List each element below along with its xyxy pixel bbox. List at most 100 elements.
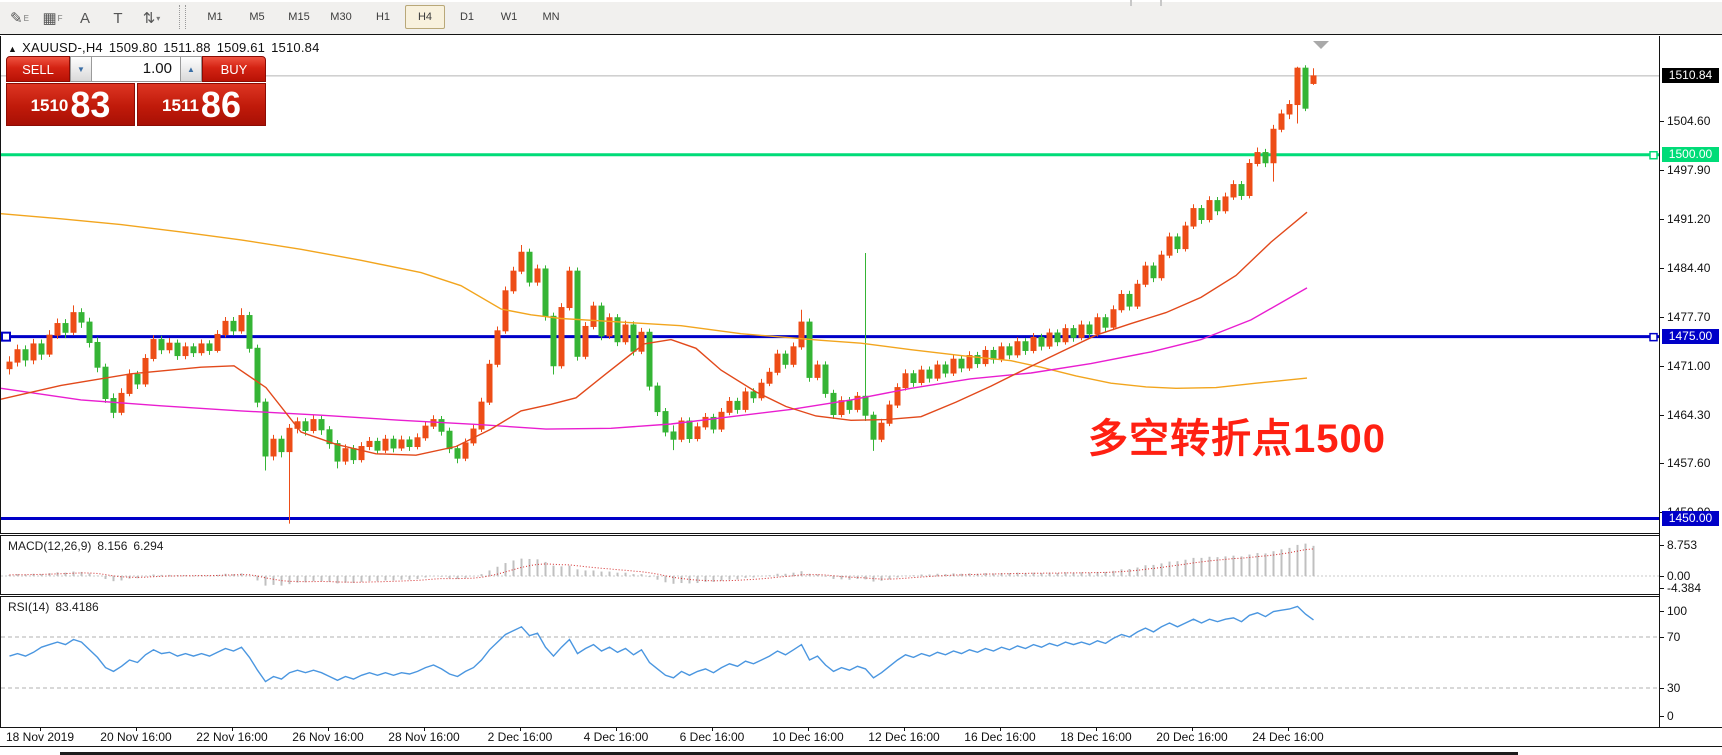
candle[interactable] [967,351,972,371]
buy-quote-panel[interactable]: 1511 86 [137,83,266,126]
candle[interactable] [447,428,452,453]
buy-button[interactable]: BUY [202,56,266,82]
candle[interactable] [1023,338,1028,355]
candle[interactable] [535,265,540,286]
candle[interactable] [159,336,164,354]
candle[interactable] [1183,222,1188,252]
candle[interactable] [279,436,284,458]
candle[interactable] [1303,65,1308,111]
candle[interactable] [591,302,596,330]
candle[interactable] [519,245,524,274]
candle[interactable] [783,350,788,368]
candle[interactable] [1215,197,1220,215]
candle[interactable] [1119,290,1124,313]
candle[interactable] [879,419,884,442]
timeframe-button-m5[interactable]: M5 [237,5,277,29]
candle[interactable] [647,329,652,391]
candle[interactable] [247,312,252,353]
candle[interactable] [759,379,764,401]
candle[interactable] [103,364,108,403]
candle[interactable] [1135,280,1140,309]
candle[interactable] [263,398,268,470]
candle[interactable] [1103,314,1108,331]
candle[interactable] [311,415,316,433]
candle[interactable] [23,345,28,366]
candle[interactable] [39,340,44,360]
candle[interactable] [1151,262,1156,282]
timeframe-button-d1[interactable]: D1 [447,5,487,29]
candle[interactable] [183,342,188,359]
candle[interactable] [1055,329,1060,346]
candle[interactable] [119,388,124,415]
chart-shift-marker-icon[interactable] [1313,41,1329,49]
candle[interactable] [1047,329,1052,349]
timeframe-button-h4[interactable]: H4 [405,5,445,29]
timeframe-button-m30[interactable]: M30 [321,5,361,29]
candle[interactable] [623,321,628,345]
candle[interactable] [1015,337,1020,357]
candle[interactable] [175,340,180,360]
sell-button[interactable]: SELL [6,56,70,82]
candle[interactable] [31,339,36,364]
candle[interactable] [791,342,796,367]
candle[interactable] [1143,262,1148,287]
candle[interactable] [1159,251,1164,281]
candle[interactable] [1223,193,1228,214]
candle[interactable] [663,408,668,436]
candle[interactable] [903,369,908,390]
candle[interactable] [1127,291,1132,311]
candle[interactable] [567,267,572,311]
candle[interactable] [1175,233,1180,253]
candle[interactable] [703,413,708,430]
candle[interactable] [1263,149,1268,167]
candle[interactable] [575,268,580,361]
resistance-line-1500-handle[interactable] [1650,152,1657,159]
price-axis[interactable]: 1504.601497.901491.201484.401477.701471.… [1660,36,1722,727]
chart-text-annotation[interactable]: 多空转折点1500 [1088,406,1386,464]
candle[interactable] [15,345,20,367]
candle[interactable] [471,425,476,446]
support-line-1475-handle[interactable] [2,333,10,341]
candle[interactable] [1095,313,1100,336]
candle[interactable] [1271,125,1276,182]
candle[interactable] [487,360,492,405]
candle[interactable] [215,330,220,353]
candle[interactable] [831,390,836,419]
arrows-tool-icon[interactable]: ⇅▾ [138,5,165,29]
text-tool-icon[interactable]: T [105,5,132,29]
candle[interactable] [423,422,428,441]
drawing-tools-icon[interactable]: ✎E [6,5,33,29]
candle[interactable] [255,345,260,408]
candle[interactable] [399,436,404,451]
candle[interactable] [799,310,804,350]
candle[interactable] [807,318,812,381]
candle[interactable] [271,435,276,460]
text-label-icon[interactable]: A [72,5,99,29]
candle[interactable] [1191,204,1196,229]
volume-increase-button[interactable]: ▲ [180,56,202,82]
candle[interactable] [695,423,700,442]
candle[interactable] [1295,67,1300,124]
candle[interactable] [775,350,780,375]
sell-quote-panel[interactable]: 1510 83 [6,83,135,126]
candle[interactable] [1239,181,1244,200]
candle[interactable] [719,408,724,432]
candle[interactable] [71,305,76,335]
candle[interactable] [951,355,956,376]
candle[interactable] [887,401,892,426]
candle[interactable] [1279,110,1284,133]
candle[interactable] [415,433,420,449]
candle[interactable] [319,416,324,435]
candle[interactable] [111,393,116,418]
candle[interactable] [543,265,548,320]
candle[interactable] [223,317,228,337]
candle[interactable] [87,318,92,348]
candle[interactable] [655,382,660,415]
timeframe-button-h1[interactable]: H1 [363,5,403,29]
candle[interactable] [7,356,12,374]
candle[interactable] [1199,205,1204,224]
candle[interactable] [1287,100,1292,119]
candle[interactable] [231,317,236,335]
candle[interactable] [983,346,988,366]
candle[interactable] [727,397,732,415]
